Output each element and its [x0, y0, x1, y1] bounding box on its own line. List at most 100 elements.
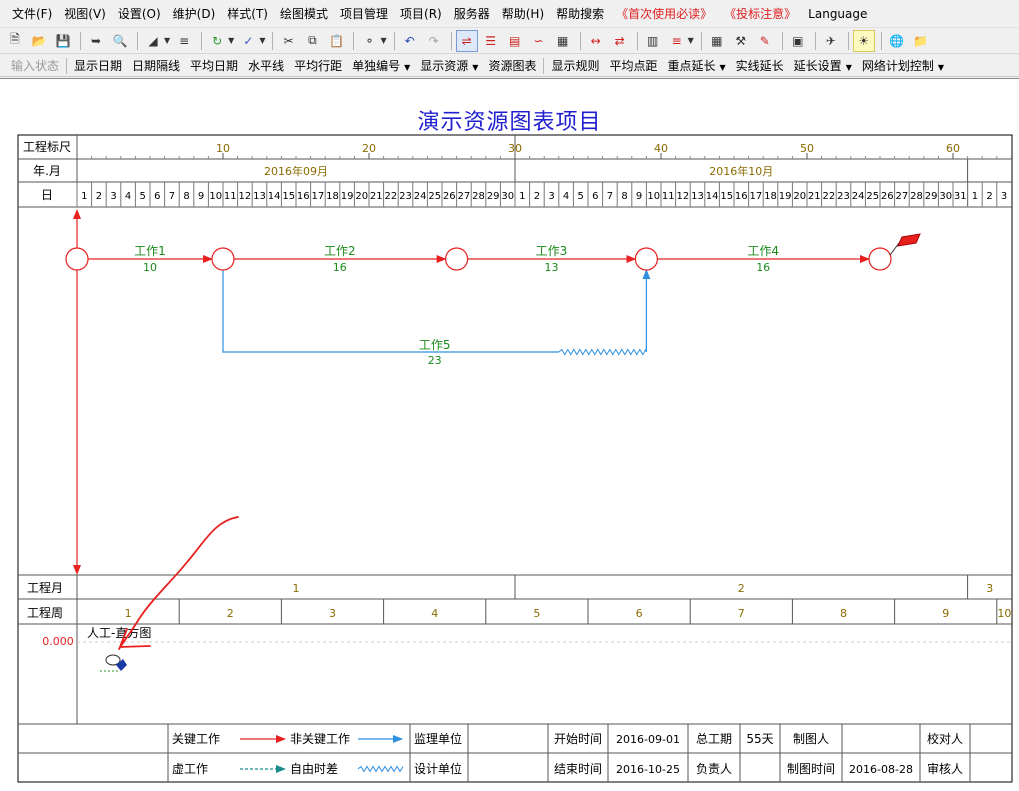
print-preview-icon[interactable]: 🔍	[109, 30, 131, 52]
command-button[interactable]: 日期隔线	[127, 56, 185, 76]
command-button[interactable]: 实线延长	[731, 56, 789, 76]
lightbulb-icon[interactable]: ☀	[852, 29, 875, 52]
edit-icon[interactable]: ✎	[754, 30, 776, 52]
tools-icon[interactable]: ⚒	[730, 30, 752, 52]
command-button[interactable]: 单独编号 ▼	[347, 56, 415, 76]
menu-item[interactable]: 《首次使用必读》	[610, 3, 718, 25]
chevron-down-icon[interactable]: ▼	[164, 36, 170, 45]
chevron-down-icon[interactable]: ▼	[688, 36, 694, 45]
command-button[interactable]: 输入状态	[6, 56, 64, 76]
day-label: 28	[472, 191, 485, 202]
command-label: 显示资源	[420, 58, 469, 73]
gantt-view-icon[interactable]: ☰	[480, 30, 502, 52]
command-label: 输入状态	[11, 58, 60, 73]
command-button[interactable]: 显示规则	[546, 56, 604, 76]
day-label: 5	[140, 191, 146, 202]
align-icon[interactable]: ≡	[666, 30, 688, 52]
toolbar-separator	[137, 31, 138, 50]
command-button[interactable]: 平均行距	[289, 56, 347, 76]
command-button[interactable]: 平均点距	[604, 56, 662, 76]
menu-item[interactable]: 视图(V)	[58, 3, 112, 25]
command-button[interactable]: 平均日期	[185, 56, 243, 76]
command-button[interactable]: 延长设置 ▼	[789, 56, 857, 76]
command-button[interactable]: 重点延长 ▼	[662, 56, 730, 76]
globe-icon[interactable]: 🌐	[886, 30, 908, 52]
node-circle[interactable]	[211, 247, 235, 271]
network-view-icon[interactable]: ⇌	[455, 29, 478, 52]
legend-designer-label: 设计单位	[414, 761, 462, 776]
folder-icon[interactable]: 📁	[910, 30, 932, 52]
command-label: 重点延长	[667, 58, 716, 73]
day-label: 12	[677, 191, 690, 202]
menu-item[interactable]: 设置(O)	[112, 3, 167, 25]
chevron-down-icon[interactable]: ▼	[472, 63, 478, 72]
monitor-icon[interactable]: ▣	[787, 30, 809, 52]
open-folder-icon[interactable]: 📂	[28, 30, 50, 52]
collapse-icon[interactable]: ⇄	[609, 30, 631, 52]
day-label: 3	[110, 191, 116, 202]
day-label: 2	[534, 191, 540, 202]
redo-icon[interactable]: ↷	[423, 30, 445, 52]
resource-view-icon[interactable]: ▦	[552, 30, 574, 52]
menu-item[interactable]: 维护(D)	[167, 3, 222, 25]
expand-icon[interactable]: ↔	[585, 30, 607, 52]
day-label: 4	[125, 191, 131, 202]
task-name: 工作4	[747, 244, 779, 258]
chevron-down-icon[interactable]: ▼	[938, 63, 944, 72]
plane-icon[interactable]: ✈	[820, 30, 842, 52]
day-label: 6	[154, 191, 160, 202]
scale-tick-label: 30	[508, 142, 522, 155]
export-icon[interactable]: ➥	[85, 30, 107, 52]
copy-icon[interactable]: ⧉	[301, 30, 323, 52]
toolbar-separator	[272, 31, 274, 50]
legend-total-label: 总工期	[696, 732, 732, 746]
fill-color-icon[interactable]: ◢	[142, 30, 164, 52]
scale-icon[interactable]: ▥	[642, 30, 664, 52]
refresh-icon[interactable]: ↻	[206, 30, 228, 52]
day-label: 31	[954, 191, 967, 202]
new-file-icon[interactable]: 🗎	[4, 30, 26, 52]
find-icon[interactable]: ⚬	[358, 30, 380, 52]
task-duration: 13	[545, 261, 559, 274]
chevron-down-icon[interactable]: ▼	[846, 63, 852, 72]
node-circle[interactable]	[445, 247, 469, 271]
chevron-down-icon[interactable]: ▼	[404, 63, 410, 72]
command-button[interactable]: 水平线	[243, 56, 289, 76]
cut-icon[interactable]: ✂	[277, 30, 299, 52]
menu-item[interactable]: 《投标注意》	[718, 3, 802, 25]
menu-item[interactable]: 帮助搜索	[550, 3, 610, 25]
menu-item[interactable]: Language	[802, 3, 873, 25]
paste-icon[interactable]: 📋	[325, 30, 347, 52]
menu-item[interactable]: 项目管理	[334, 3, 394, 25]
node-circle[interactable]	[868, 247, 892, 271]
line-style-icon[interactable]: ≡	[173, 30, 195, 52]
chevron-down-icon[interactable]: ▼	[259, 36, 265, 45]
menu-item[interactable]: 绘图模式	[274, 3, 334, 25]
day-label: 28	[910, 191, 923, 202]
day-label: 18	[764, 191, 777, 202]
network-chart[interactable]: 工程标尺年.月日工程月工程周 10 20 30 40 50 60 2016年09月 2016年1…	[0, 79, 1019, 791]
command-button[interactable]: 显示资源 ▼	[415, 56, 483, 76]
save-icon[interactable]: 💾	[52, 30, 74, 52]
node-circle[interactable]	[65, 247, 89, 271]
undo-icon[interactable]: ↶	[399, 30, 421, 52]
menu-item[interactable]: 样式(T)	[221, 3, 274, 25]
day-label: 29	[487, 191, 500, 202]
menu-item[interactable]: 服务器	[448, 3, 496, 25]
check-icon[interactable]: ✓	[237, 30, 259, 52]
chevron-down-icon[interactable]: ▼	[720, 63, 726, 72]
bar-chart-view-icon[interactable]: ▤	[504, 30, 526, 52]
command-label: 平均点距	[609, 58, 658, 73]
menu-item[interactable]: 帮助(H)	[496, 3, 550, 25]
command-button[interactable]: 显示日期	[69, 56, 127, 76]
chevron-down-icon[interactable]: ▼	[380, 36, 386, 45]
drawing-canvas[interactable]: 演示资源图表项目 工程标尺 年.月日工程月 工程周 10 20 30 40 50 60 2016年…	[0, 78, 1019, 791]
books-icon[interactable]: ▦	[706, 30, 728, 52]
node-circle[interactable]	[634, 247, 659, 271]
command-button[interactable]: 网络计划控制 ▼	[857, 56, 949, 76]
menu-item[interactable]: 文件(F)	[6, 3, 58, 25]
chevron-down-icon[interactable]: ▼	[228, 36, 234, 45]
command-button[interactable]: 资源图表	[483, 56, 541, 76]
menu-item[interactable]: 项目(R)	[394, 3, 448, 25]
curve-view-icon[interactable]: ∽	[528, 30, 550, 52]
